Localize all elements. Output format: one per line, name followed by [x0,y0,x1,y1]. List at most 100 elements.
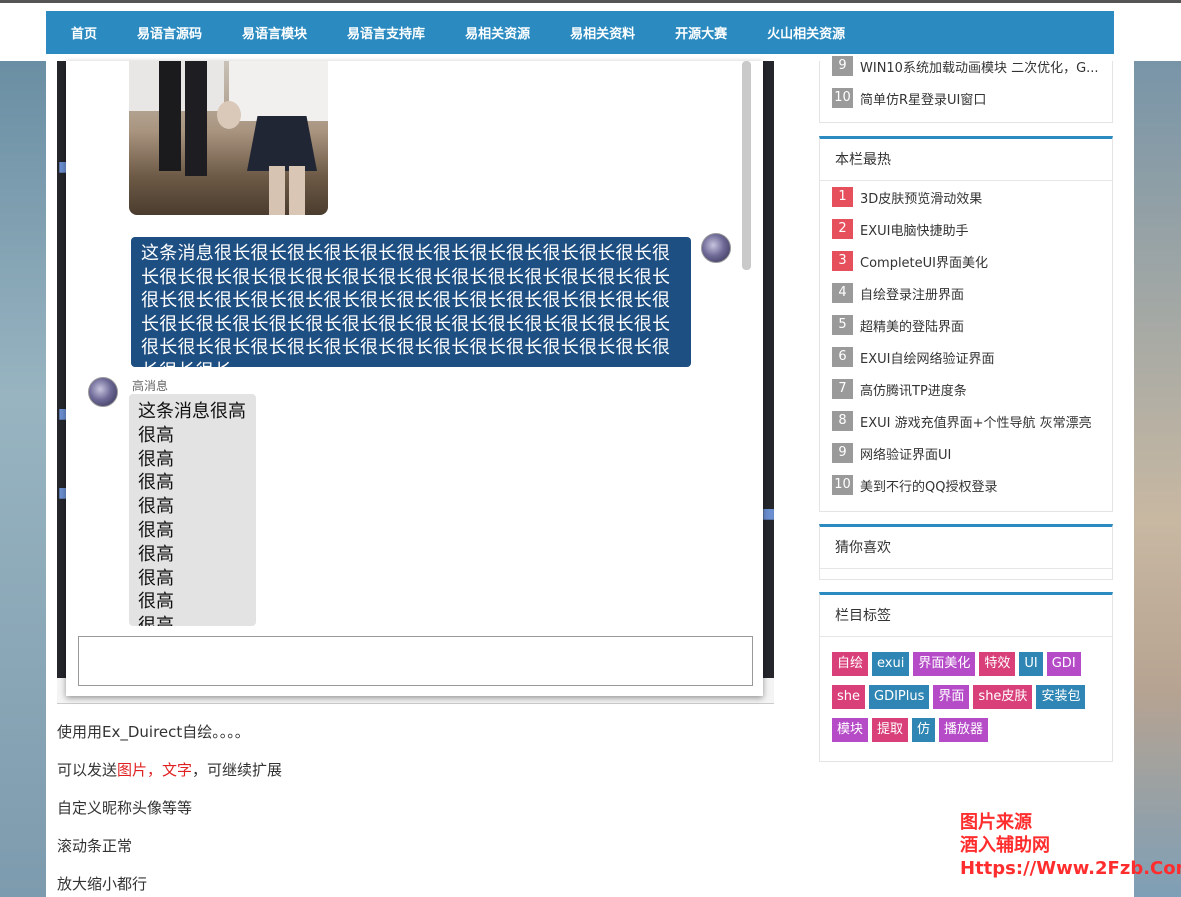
chat-input-box[interactable] [78,636,753,686]
sidebar-list-previous: 9 WIN10系统加载动画模块 二次优化，G... 10 简单仿R星登录UI窗口 [819,56,1113,123]
list-item[interactable]: 5 超精美的登陆界面 [832,309,1112,341]
rank-number: 2 [832,219,853,239]
list-item-title[interactable]: 3D皮肤预览滑动效果 [860,188,982,207]
box-title: 栏目标签 [820,595,1112,637]
list-item-title[interactable]: 自绘登录注册界面 [860,284,964,303]
list-item[interactable]: 4 自绘登录注册界面 [832,277,1112,309]
sidebar-tags-box: 栏目标签 自绘 exui 界面美化 特效 UI GDI she GDIPlus 界面 she皮肤安… [819,592,1113,762]
nav-source[interactable]: 易语言源码 [137,23,202,42]
watermark: 图片来源 酒入辅助网 Https://Www.2Fzb.Com [960,811,1181,880]
rank-number: 9 [832,56,853,76]
page-background-left [0,61,46,897]
message-line: 这条消息很高 [138,401,246,422]
list-item[interactable]: 6 EXUI自绘网络验证界面 [832,341,1112,373]
tag-link[interactable]: 安装包 [1036,685,1086,709]
chat-image-message[interactable] [129,61,328,215]
message-line: 很高 [138,615,174,626]
message-line: 很高 [138,424,174,446]
message-line: 很高 [138,472,174,494]
list-item-title[interactable]: EXUI 游戏充值界面+个性导航 灰常漂亮 [860,412,1092,431]
article-line: 可以发送图片，文字，可继续扩展 [57,761,283,779]
list-item-title[interactable]: 简单仿R星登录UI窗口 [860,89,986,108]
message-line: 很高 [138,543,174,565]
tag-link[interactable]: 提取 [872,718,909,742]
message-line: 很高 [138,448,174,470]
sender-name: 高消息 [132,379,169,393]
highlight-text: 图片，文字 [117,761,193,779]
article-line: 使用用Ex_Duirect自绘。。。。 [57,723,250,741]
rank-number: 10 [832,88,853,108]
watermark-line: 酒入辅助网 [960,835,1050,856]
self-avatar[interactable] [701,233,731,263]
list-item[interactable]: 8 EXUI 游戏充值界面+个性导航 灰常漂亮 [832,405,1112,437]
list-item[interactable]: 2 EXUI电脑快捷助手 [832,213,1112,245]
article-line: 滚动条正常 [57,837,133,855]
rank-number: 9 [832,443,853,463]
list-item[interactable]: 7 高仿腾讯TP进度条 [832,373,1112,405]
rank-number: 3 [832,251,853,271]
list-item[interactable]: 9 WIN10系统加载动画模块 二次优化，G... [832,50,1112,82]
nav-home[interactable]: 首页 [71,23,97,42]
box-title: 本栏最热 [820,139,1112,181]
watermark-line: Https://Www.2Fzb.Com [960,858,1181,879]
sidebar-hot-box: 本栏最热 1 3D皮肤预览滑动效果 2 EXUI电脑快捷助手 3 CompleteUI… [819,136,1113,512]
tag-link[interactable]: 仿 [912,718,936,742]
tag-cloud: 自绘 exui 界面美化 特效 UI GDI she GDIPlus 界面 she皮肤 安装包模块提… [820,637,1100,751]
tag-link[interactable]: 特效 [979,652,1016,676]
tag-link[interactable]: 界面 [933,685,970,709]
tag-link[interactable]: exui [872,652,910,676]
nav-modules[interactable]: 易语言模块 [242,23,307,42]
rank-number: 10 [832,475,853,495]
page-background-right [1134,61,1181,897]
tag-link[interactable]: she [832,685,866,709]
rank-number: 4 [832,283,853,303]
tag-link[interactable]: 模块 [832,718,869,742]
tag-link[interactable]: she皮肤 [973,685,1033,709]
main-nav: 首页 易语言源码 易语言模块 易语言支持库 易相关资源 易相关资料 开源大赛 火… [46,11,1114,54]
sidebar-guess-box: 猜你喜欢 [819,524,1113,580]
sender-avatar[interactable] [88,377,118,407]
message-line: 很高 [138,496,174,518]
sent-message-bubble: 这条消息很长很长很长很长很长很长很长很长很长很长很长很长很长很长很长很长很长很长… [131,237,691,367]
tag-link[interactable]: UI [1019,652,1043,676]
list-item[interactable]: 9 网络验证界面UI [832,437,1112,469]
tag-link[interactable]: 播放器 [939,718,989,742]
rank-number: 1 [832,187,853,207]
chat-scrollbar[interactable] [742,61,751,270]
message-line: 很高 [138,591,174,613]
list-item-title[interactable]: EXUI电脑快捷助手 [860,220,968,239]
list-item[interactable]: 3 CompleteUI界面美化 [832,245,1112,277]
list-item[interactable]: 1 3D皮肤预览滑动效果 [832,181,1112,213]
list-item-title[interactable]: CompleteUI界面美化 [860,252,988,271]
tag-link[interactable]: GDIPlus [869,685,930,709]
list-item-title[interactable]: 超精美的登陆界面 [860,316,964,335]
list-item-title[interactable]: EXUI自绘网络验证界面 [860,348,994,367]
nav-resources[interactable]: 易相关资源 [465,23,530,42]
rank-number: 5 [832,315,853,335]
message-line: 很高 [138,567,174,589]
tag-link[interactable]: 界面美化 [913,652,976,676]
nav-huoshan[interactable]: 火山相关资源 [767,23,845,42]
box-title: 猜你喜欢 [820,527,1112,569]
list-item[interactable]: 10 美到不行的QQ授权登录 [832,469,1112,501]
rank-number: 8 [832,411,853,431]
list-item-title[interactable]: 高仿腾讯TP进度条 [860,380,967,399]
nav-contest[interactable]: 开源大赛 [675,23,727,42]
article-line: 放大缩小都行 [57,875,148,893]
nav-materials[interactable]: 易相关资料 [570,23,635,42]
list-item[interactable]: 10 简单仿R星登录UI窗口 [832,82,1112,114]
received-message-bubble: 这条消息很高 很高 很高 很高 很高 很高 很高 很高 很高 很高 [129,394,256,626]
list-item-title[interactable]: 美到不行的QQ授权登录 [860,476,997,495]
nav-libraries[interactable]: 易语言支持库 [347,23,425,42]
list-item-title[interactable]: 网络验证界面UI [860,444,951,463]
list-item-title[interactable]: WIN10系统加载动画模块 二次优化，G... [860,57,1099,76]
article-line: 自定义昵称头像等等 [57,799,193,817]
article-body: 使用用Ex_Duirect自绘。。。。 可以发送图片，文字，可继续扩展 自定义昵… [57,720,282,897]
tag-link[interactable]: GDI [1046,652,1081,676]
watermark-line: 图片来源 [960,812,1032,833]
tag-link[interactable]: 自绘 [832,652,869,676]
screenshot-edge-text: ■ [762,506,774,522]
rank-number: 6 [832,347,853,367]
rank-number: 7 [832,379,853,399]
message-line: 很高 [138,519,174,541]
